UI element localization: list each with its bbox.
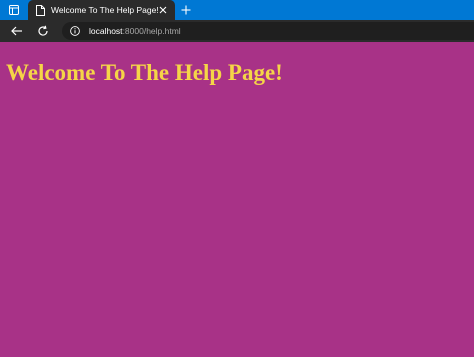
page-content: Welcome To The Help Page!: [0, 42, 474, 357]
back-button[interactable]: [10, 24, 24, 38]
back-arrow-icon: [11, 26, 22, 36]
page-icon: [36, 4, 45, 16]
plus-icon: [181, 5, 191, 15]
site-info-button[interactable]: [70, 26, 80, 36]
url-path: :8000/help.html: [122, 26, 181, 36]
tab-actions-icon: [9, 5, 19, 15]
new-tab-button[interactable]: [179, 3, 193, 17]
browser-toolbar: localhost:8000/help.html: [0, 20, 474, 42]
tab-actions-button[interactable]: [0, 0, 28, 20]
tab-bar: Welcome To The Help Page!: [0, 0, 474, 20]
close-icon: [159, 6, 167, 14]
url-host: localhost: [89, 26, 123, 36]
tab-close-button[interactable]: [158, 5, 168, 15]
tab-title: Welcome To The Help Page!: [51, 5, 159, 15]
refresh-button[interactable]: [36, 24, 50, 38]
info-icon: [70, 26, 80, 36]
address-bar[interactable]: localhost:8000/help.html: [62, 22, 474, 40]
tab-active[interactable]: Welcome To The Help Page!: [28, 0, 175, 20]
refresh-icon: [38, 25, 48, 36]
page-heading: Welcome To The Help Page!: [6, 60, 283, 85]
url-text: localhost:8000/help.html: [89, 26, 181, 36]
